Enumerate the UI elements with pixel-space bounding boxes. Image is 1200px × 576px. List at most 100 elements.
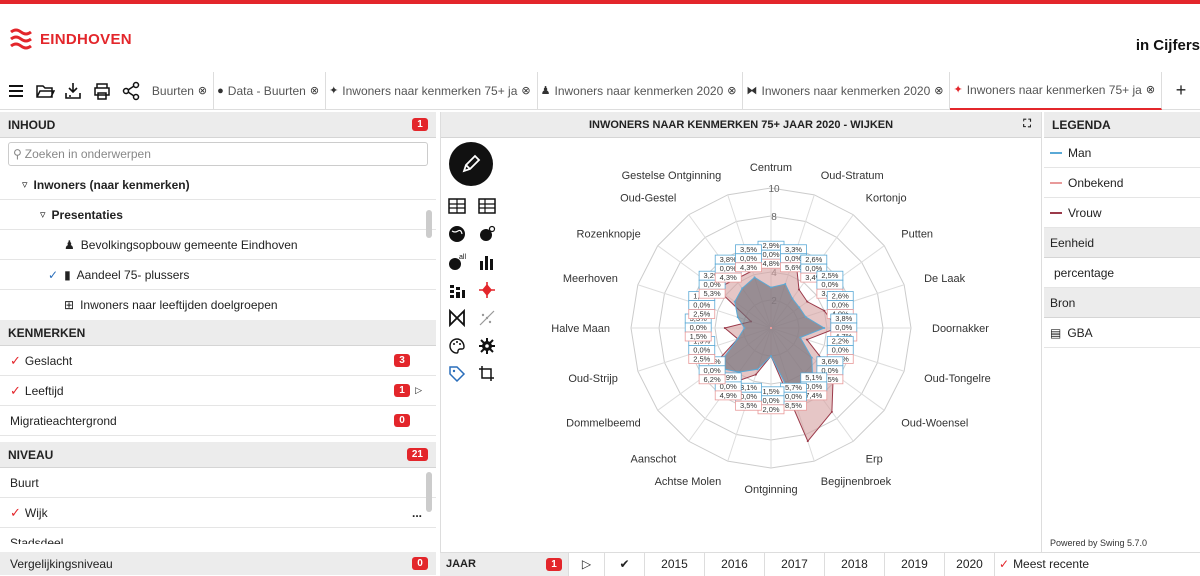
niveau-scrollbar[interactable] <box>426 472 432 512</box>
bubble-map-icon[interactable]: all <box>445 250 469 274</box>
niveau-stadsdeel[interactable]: Stadsdeel <box>0 528 436 545</box>
tab-data-buurten[interactable]: ● Data - Buurten ⊗ <box>214 71 327 110</box>
menu-icon[interactable] <box>4 78 29 104</box>
stacked-bar-icon[interactable] <box>445 278 469 302</box>
year-2018[interactable]: 2018 <box>824 552 884 576</box>
svg-text:all: all <box>459 254 466 261</box>
year-2017[interactable]: 2017 <box>764 552 824 576</box>
radar-axis-label: Oud-Tongelre <box>924 373 991 385</box>
data-label: 0,0% <box>740 392 757 401</box>
tab-inwoners-2020-a[interactable]: ♟ Inwoners naar kenmerken 2020 ⊗ <box>538 71 744 110</box>
data-label: 6,2% <box>704 375 721 384</box>
data-label: 5,1% <box>805 373 822 382</box>
close-icon[interactable]: ⊗ <box>521 84 530 97</box>
butterfly-chart-icon[interactable] <box>445 306 469 330</box>
year-2015[interactable]: 2015 <box>644 552 704 576</box>
tab-label: Inwoners naar kenmerken 2020 <box>554 83 724 98</box>
legend-item-onbekend[interactable]: Onbekend <box>1044 168 1200 198</box>
legend-item-man[interactable]: Man <box>1044 138 1200 168</box>
scatter-disabled-icon[interactable] <box>475 306 499 330</box>
tree-item-inwoners[interactable]: ▿ Inwoners (naar kenmerken) <box>0 170 436 200</box>
close-icon[interactable]: ⊗ <box>727 84 736 97</box>
data-label: 2,6% <box>832 292 849 301</box>
butterfly-icon: ⧓ <box>746 85 758 97</box>
pivot-table-icon[interactable] <box>475 194 499 218</box>
crop-swap-icon[interactable] <box>475 362 499 386</box>
niveau-wijk[interactable]: ✓ Wijk ... <box>0 498 436 528</box>
tab-label: Inwoners naar kenmerken 75+ ja <box>966 82 1142 97</box>
search-input[interactable]: ⚲ Zoeken in onderwerpen <box>8 142 428 166</box>
label-tag-icon[interactable] <box>445 362 469 386</box>
play-button[interactable]: ▷ <box>568 552 604 576</box>
kenmerk-migratie[interactable]: Migratieachtergrond 0 <box>0 406 436 436</box>
eindhoven-logo[interactable]: EINDHOVEN <box>10 26 132 52</box>
radar-axis-label: Oud-Gestel <box>620 193 676 205</box>
year-2016[interactable]: 2016 <box>704 552 764 576</box>
tree-scrollbar[interactable] <box>426 210 432 238</box>
tab-buurten[interactable]: Buurten ⊗ <box>149 71 215 110</box>
year-2019[interactable]: 2019 <box>884 552 944 576</box>
close-icon[interactable]: ⊗ <box>1146 83 1155 96</box>
radar-axis-label: Dommelbeemd <box>566 418 641 430</box>
content-tree: ▿ Inwoners (naar kenmerken) ▿ Presentati… <box>0 170 436 314</box>
tab-inwoners-75-b[interactable]: ✦ Inwoners naar kenmerken 75+ ja ⊗ <box>950 71 1163 110</box>
bar-chart-icon[interactable] <box>475 250 499 274</box>
radar-tick-label: 8 <box>771 212 777 223</box>
niveau-buurt[interactable]: Buurt <box>0 468 436 498</box>
print-icon[interactable] <box>90 78 115 104</box>
legend-item-vrouw[interactable]: Vrouw <box>1044 198 1200 228</box>
year-2020[interactable]: 2020 <box>944 552 994 576</box>
data-label: 0,0% <box>805 382 822 391</box>
niveau-header[interactable]: NIVEAU 21 <box>0 442 436 468</box>
radar-chart-icon[interactable] <box>475 278 499 302</box>
inhoud-header[interactable]: INHOUD 1 <box>0 112 436 138</box>
app-title: in Cijfers <box>1135 37 1200 54</box>
vergelijkingsniveau-bar[interactable]: Vergelijkingsniveau 0 <box>0 552 436 575</box>
kenmerken-header[interactable]: KENMERKEN <box>0 320 436 346</box>
kenmerk-leeftijd[interactable]: ✓ Leeftijd 1 ▷ <box>0 376 436 406</box>
data-label: 0,0% <box>785 254 802 263</box>
close-icon[interactable]: ⊗ <box>934 84 943 97</box>
data-label: 3,8% <box>720 255 737 264</box>
more-options-button[interactable]: ... <box>412 506 422 520</box>
tree-item-presentaties[interactable]: ▿ Presentaties <box>0 200 436 230</box>
select-all-button[interactable]: ✔ <box>604 552 644 576</box>
year-bar: JAAR 1 ▷ ✔ 2015 2016 2017 2018 2019 2020… <box>440 552 1200 576</box>
palette-icon[interactable] <box>445 334 469 358</box>
bron-header: Bron <box>1044 288 1200 318</box>
double-check-icon: ✔ <box>619 557 630 571</box>
radar-point-vrouw <box>805 338 808 341</box>
powered-by: Powered by Swing 5.7.0 <box>1050 538 1148 548</box>
edit-pencil-button[interactable] <box>449 142 493 186</box>
kenmerk-geslacht[interactable]: ✓ Geslacht 3 <box>0 346 436 376</box>
left-panel: INHOUD 1 ⚲ Zoeken in onderwerpen ▿ Inwon… <box>0 112 436 575</box>
export-icon[interactable] <box>61 78 86 104</box>
bron-item[interactable]: ▤ GBA <box>1044 318 1200 348</box>
crosshair-icon: ✦ <box>953 84 963 96</box>
meest-recente-option[interactable]: ✓ Meest recente <box>994 552 1114 576</box>
expand-arrow-icon[interactable]: ▷ <box>415 385 422 396</box>
vergelijk-label: Vergelijkingsniveau <box>10 556 113 571</box>
checkmark-icon: ✓ <box>48 267 59 282</box>
tree-item-bevolkingsopbouw[interactable]: ♟ Bevolkingsopbouw gemeente Eindhoven <box>0 230 436 260</box>
radar-point-man <box>799 336 802 339</box>
tree-item-leeftijden[interactable]: ⊞ Inwoners naar leeftijden doelgroepen <box>0 290 436 314</box>
chart-header: INWONERS NAAR KENMERKEN 75+ JAAR 2020 - … <box>441 112 1041 138</box>
fullscreen-icon[interactable]: ⛶ <box>1023 118 1031 131</box>
globe-map-icon[interactable] <box>445 222 469 246</box>
close-icon[interactable]: ⊗ <box>198 84 207 97</box>
tab-inwoners-75-a[interactable]: ✦ Inwoners naar kenmerken 75+ ja ⊗ <box>326 71 538 110</box>
close-icon[interactable]: ⊗ <box>310 84 319 97</box>
add-tab-button[interactable]: + <box>1162 72 1200 110</box>
share-icon[interactable] <box>118 78 143 104</box>
settings-gear-icon[interactable] <box>475 334 499 358</box>
data-label: 3,3% <box>785 245 802 254</box>
table-icon[interactable] <box>445 194 469 218</box>
data-label: 3,1% <box>740 383 757 392</box>
jaar-header: JAAR 1 <box>440 552 568 576</box>
folder-open-icon[interactable] <box>33 78 58 104</box>
radar-axis-label: Doornakker <box>932 323 989 335</box>
tab-inwoners-2020-b[interactable]: ⧓ Inwoners naar kenmerken 2020 ⊗ <box>743 71 951 110</box>
tree-item-aandeel-75[interactable]: ✓ ▮ Aandeel 75- plussers <box>0 260 436 290</box>
map-pin-icon[interactable] <box>475 222 499 246</box>
